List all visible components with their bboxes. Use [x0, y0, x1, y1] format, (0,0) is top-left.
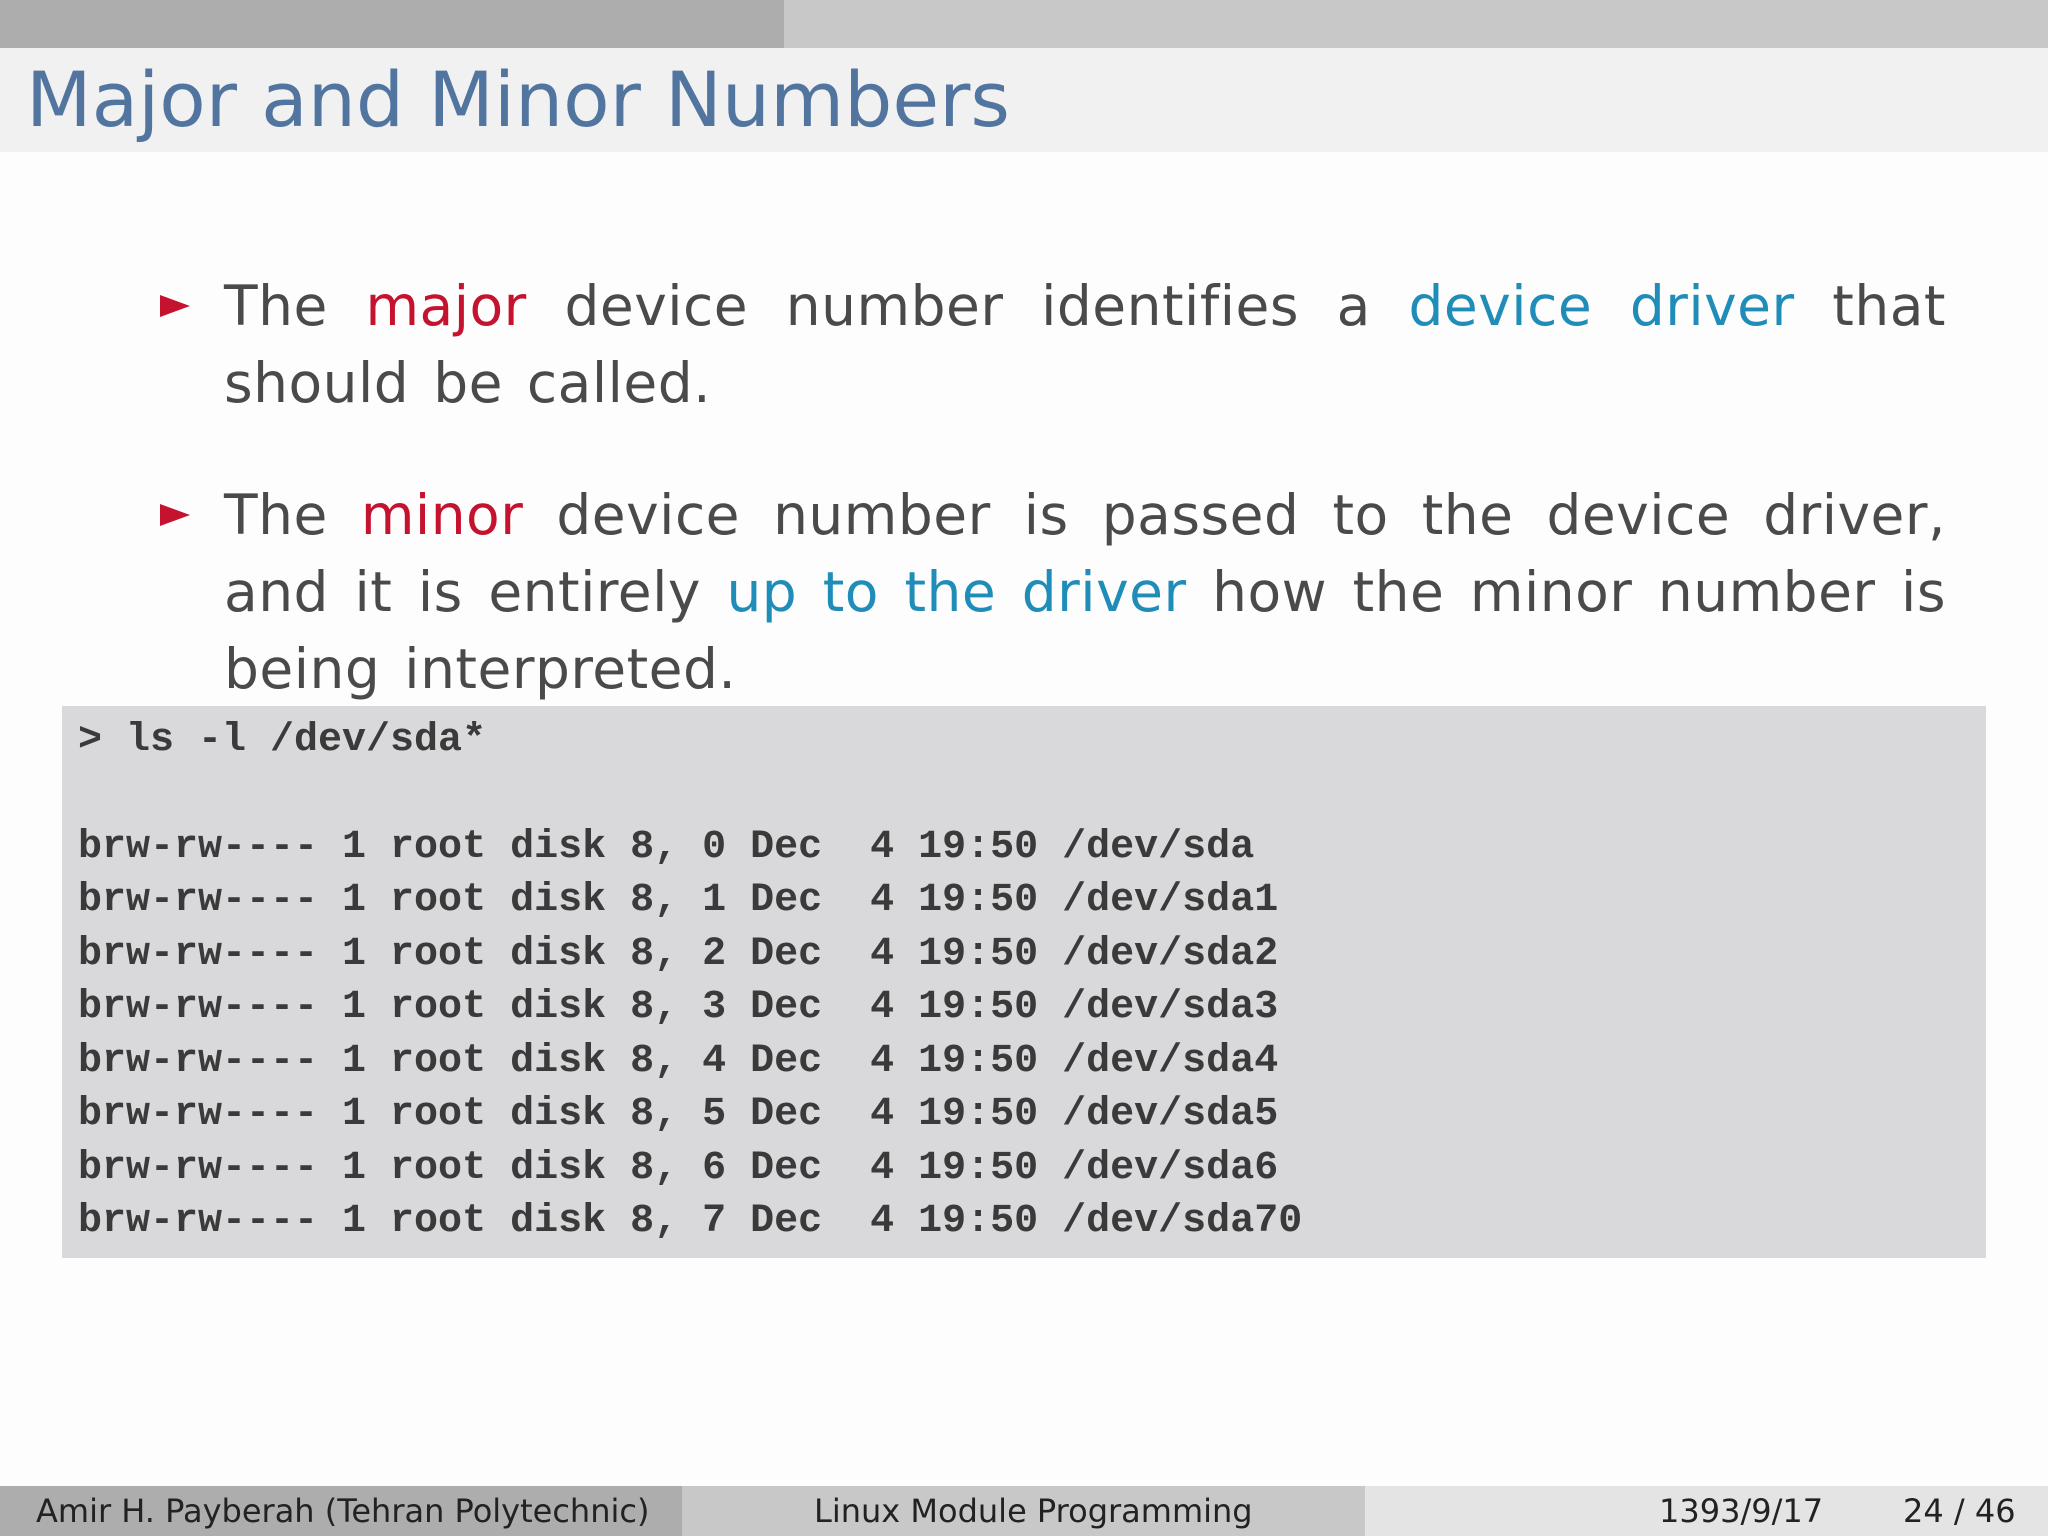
footer-date-page-section: 1393/9/17 24 / 46 [1365, 1486, 2048, 1536]
code-line: brw-rw---- 1 root disk 8, 6 Dec 4 19:50 … [78, 1146, 1279, 1191]
bullet-item: The minor device number is passed to the… [160, 477, 1946, 708]
code-line: brw-rw---- 1 root disk 8, 5 Dec 4 19:50 … [78, 1092, 1279, 1137]
highlight-minor: minor [360, 483, 524, 547]
bullet-text: The major device number identifies a dev… [224, 268, 1946, 422]
bullet-list: The major device number identifies a dev… [160, 268, 1946, 763]
footer-course: Linux Module Programming [814, 1492, 1253, 1530]
slide-title: Major and Minor Numbers [26, 55, 1010, 144]
code-line: brw-rw---- 1 root disk 8, 4 Dec 4 19:50 … [78, 1039, 1279, 1084]
footer-page-number: 24 / 46 [1903, 1492, 2016, 1530]
bullet-text-segment: device number identifies a [526, 274, 1409, 338]
code-line: brw-rw---- 1 root disk 8, 2 Dec 4 19:50 … [78, 932, 1279, 977]
code-line: brw-rw---- 1 root disk 8, 1 Dec 4 19:50 … [78, 878, 1279, 923]
bullet-text: The minor device number is passed to the… [224, 477, 1946, 708]
highlight-device-driver: device driver [1408, 274, 1795, 338]
footer-author-section: Amir H. Payberah (Tehran Polytechnic) [0, 1486, 682, 1536]
bullet-text-segment: The [224, 274, 366, 338]
triangle-bullet-icon [160, 504, 190, 526]
footer: Amir H. Payberah (Tehran Polytechnic) Li… [0, 1486, 2048, 1536]
code-line: brw-rw---- 1 root disk 8, 7 Dec 4 19:50 … [78, 1199, 1303, 1244]
highlight-up-to-the-driver: up to the driver [726, 560, 1187, 624]
progress-bar-fill [0, 0, 785, 48]
code-block: > ls -l /dev/sda* brw-rw---- 1 root disk… [62, 706, 1986, 1258]
footer-course-section: Linux Module Programming [682, 1486, 1365, 1536]
footer-date: 1393/9/17 [1659, 1492, 1824, 1530]
footer-author: Amir H. Payberah (Tehran Polytechnic) [36, 1492, 650, 1530]
bullet-item: The major device number identifies a dev… [160, 268, 1946, 422]
bullet-text-segment: The [224, 483, 361, 547]
progress-bar [0, 0, 2048, 48]
code-line: > ls -l /dev/sda* [78, 718, 487, 763]
code-line: brw-rw---- 1 root disk 8, 0 Dec 4 19:50 … [78, 825, 1255, 870]
triangle-bullet-icon [160, 295, 190, 317]
highlight-major: major [365, 274, 527, 338]
code-line: brw-rw---- 1 root disk 8, 3 Dec 4 19:50 … [78, 985, 1279, 1030]
